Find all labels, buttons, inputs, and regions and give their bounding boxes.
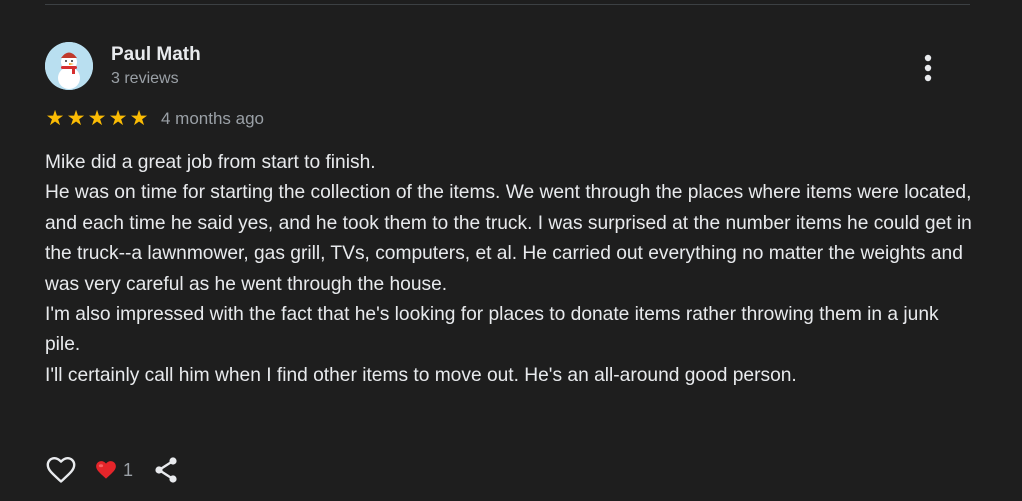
share-button[interactable] bbox=[151, 454, 181, 486]
star-icon: ★ bbox=[129, 107, 149, 130]
review-paragraph: I'll certainly call him when I find othe… bbox=[45, 364, 797, 386]
more-vert-icon bbox=[924, 54, 932, 82]
reviewer-info: Paul Math 3 reviews bbox=[111, 44, 201, 89]
like-button[interactable] bbox=[45, 454, 77, 486]
star-icon: ★ bbox=[108, 107, 128, 130]
review-text: Mike did a great job from start to finis… bbox=[45, 148, 975, 391]
reviewer-avatar[interactable] bbox=[45, 42, 93, 90]
heart-reaction[interactable]: 1 bbox=[95, 460, 133, 481]
snowman-avatar-icon bbox=[45, 42, 93, 90]
review-header: Paul Math 3 reviews bbox=[45, 42, 201, 90]
share-icon bbox=[155, 457, 177, 483]
heart-outline-icon bbox=[46, 457, 76, 483]
review-paragraph: He was on time for starting the collecti… bbox=[45, 182, 972, 295]
star-icon: ★ bbox=[87, 107, 107, 130]
red-heart-icon bbox=[96, 461, 116, 479]
star-icon: ★ bbox=[45, 107, 65, 130]
rating-row: ★ ★ ★ ★ ★ 4 months ago bbox=[45, 108, 264, 130]
reviewer-name[interactable]: Paul Math bbox=[111, 44, 201, 66]
review-paragraph: I'm also impressed with the fact that he… bbox=[45, 304, 939, 356]
star-icon: ★ bbox=[66, 107, 86, 130]
review-paragraph: Mike did a great job from start to finis… bbox=[45, 152, 376, 173]
review-actions: 1 bbox=[45, 453, 181, 487]
star-rating: ★ ★ ★ ★ ★ bbox=[45, 108, 149, 130]
top-divider bbox=[45, 4, 970, 5]
review-card: Paul Math 3 reviews ★ ★ ★ ★ ★ 4 months ago M… bbox=[0, 0, 1022, 501]
more-options-button[interactable] bbox=[912, 50, 944, 86]
reaction-count: 1 bbox=[123, 459, 134, 480]
review-date: 4 months ago bbox=[161, 109, 265, 128]
reviewer-review-count: 3 reviews bbox=[111, 69, 179, 87]
